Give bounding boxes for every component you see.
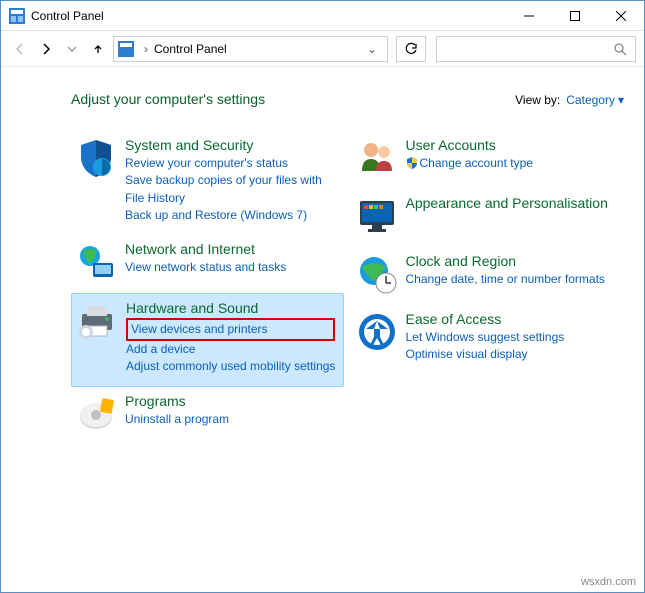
category-network-internet[interactable]: Network and Internet View network status… <box>71 235 344 293</box>
category-clock-region[interactable]: Clock and Region Change date, time or nu… <box>352 247 625 305</box>
right-column: User Accounts Change account type <box>352 131 625 445</box>
refresh-button[interactable] <box>396 36 426 62</box>
category-title[interactable]: Programs <box>125 393 229 409</box>
sublink-suggest-settings[interactable]: Let Windows suggest settings <box>406 329 565 346</box>
window-title: Control Panel <box>31 9 506 23</box>
recent-locations-button[interactable] <box>61 38 83 60</box>
address-bar: › Control Panel ⌄ <box>1 31 644 67</box>
watermark: wsxdn.com <box>581 576 636 588</box>
breadcrumb[interactable]: › Control Panel ⌄ <box>113 36 388 62</box>
breadcrumb-icon <box>118 41 134 57</box>
programs-icon <box>75 393 117 435</box>
category-title[interactable]: Ease of Access <box>406 311 565 327</box>
globe-clock-icon <box>356 253 398 295</box>
category-title[interactable]: User Accounts <box>406 137 533 153</box>
header-row: Adjust your computer's settings View by:… <box>21 91 624 107</box>
back-button[interactable] <box>9 38 31 60</box>
sublink-file-history[interactable]: Save backup copies of your files with Fi… <box>125 172 340 207</box>
category-programs[interactable]: Programs Uninstall a program <box>71 387 344 445</box>
close-button[interactable] <box>598 1 644 31</box>
up-button[interactable] <box>87 38 109 60</box>
category-hardware-sound[interactable]: Hardware and Sound View devices and prin… <box>71 293 344 387</box>
category-system-security[interactable]: System and Security Review your computer… <box>71 131 344 235</box>
users-icon <box>356 137 398 179</box>
sublink-backup-restore[interactable]: Back up and Restore (Windows 7) <box>125 207 340 224</box>
sublink-network-status[interactable]: View network status and tasks <box>125 259 286 276</box>
category-appearance-personalisation[interactable]: Appearance and Personalisation <box>352 189 625 247</box>
maximize-button[interactable] <box>552 1 598 31</box>
page-title: Adjust your computer's settings <box>71 91 515 107</box>
category-title[interactable]: Appearance and Personalisation <box>406 195 608 211</box>
monitor-icon <box>356 195 398 237</box>
sublink-optimise-display[interactable]: Optimise visual display <box>406 346 565 363</box>
sublink-review-status[interactable]: Review your computer's status <box>125 155 340 172</box>
category-title[interactable]: Network and Internet <box>125 241 286 257</box>
caret-down-icon: ▾ <box>618 93 624 107</box>
title-bar: Control Panel <box>1 1 644 31</box>
control-panel-icon <box>9 8 25 24</box>
forward-button[interactable] <box>35 38 57 60</box>
category-title[interactable]: System and Security <box>125 137 340 153</box>
sublink-date-time-formats[interactable]: Change date, time or number formats <box>406 271 605 288</box>
network-icon <box>75 241 117 283</box>
viewby-dropdown[interactable]: Category▾ <box>566 93 624 107</box>
category-columns: System and Security Review your computer… <box>21 131 624 445</box>
content-area: Adjust your computer's settings View by:… <box>1 67 644 592</box>
category-user-accounts[interactable]: User Accounts Change account type <box>352 131 625 189</box>
search-input[interactable] <box>436 36 636 62</box>
uac-shield-icon <box>406 157 418 169</box>
breadcrumb-label[interactable]: Control Panel <box>154 42 361 56</box>
chevron-down-icon[interactable]: ⌄ <box>361 42 383 56</box>
chevron-right-icon: › <box>138 42 154 56</box>
category-title[interactable]: Hardware and Sound <box>126 300 335 316</box>
category-ease-of-access[interactable]: Ease of Access Let Windows suggest setti… <box>352 305 625 374</box>
control-panel-window: Control Panel › Control Panel <box>0 0 645 593</box>
minimize-button[interactable] <box>506 1 552 31</box>
sublink-change-account-type[interactable]: Change account type <box>406 155 533 172</box>
sublink-add-device[interactable]: Add a device <box>126 341 335 358</box>
viewby-value: Category <box>566 93 615 107</box>
viewby-label: View by: <box>515 93 560 107</box>
category-title[interactable]: Clock and Region <box>406 253 605 269</box>
left-column: System and Security Review your computer… <box>71 131 344 445</box>
sublink-mobility-settings[interactable]: Adjust commonly used mobility settings <box>126 358 335 375</box>
sublink-uninstall-program[interactable]: Uninstall a program <box>125 411 229 428</box>
shield-icon <box>75 137 117 179</box>
printer-icon <box>76 300 118 342</box>
search-icon <box>613 42 627 56</box>
sublink-view-devices-printers[interactable]: View devices and printers <box>126 318 335 341</box>
ease-of-access-icon <box>356 311 398 353</box>
